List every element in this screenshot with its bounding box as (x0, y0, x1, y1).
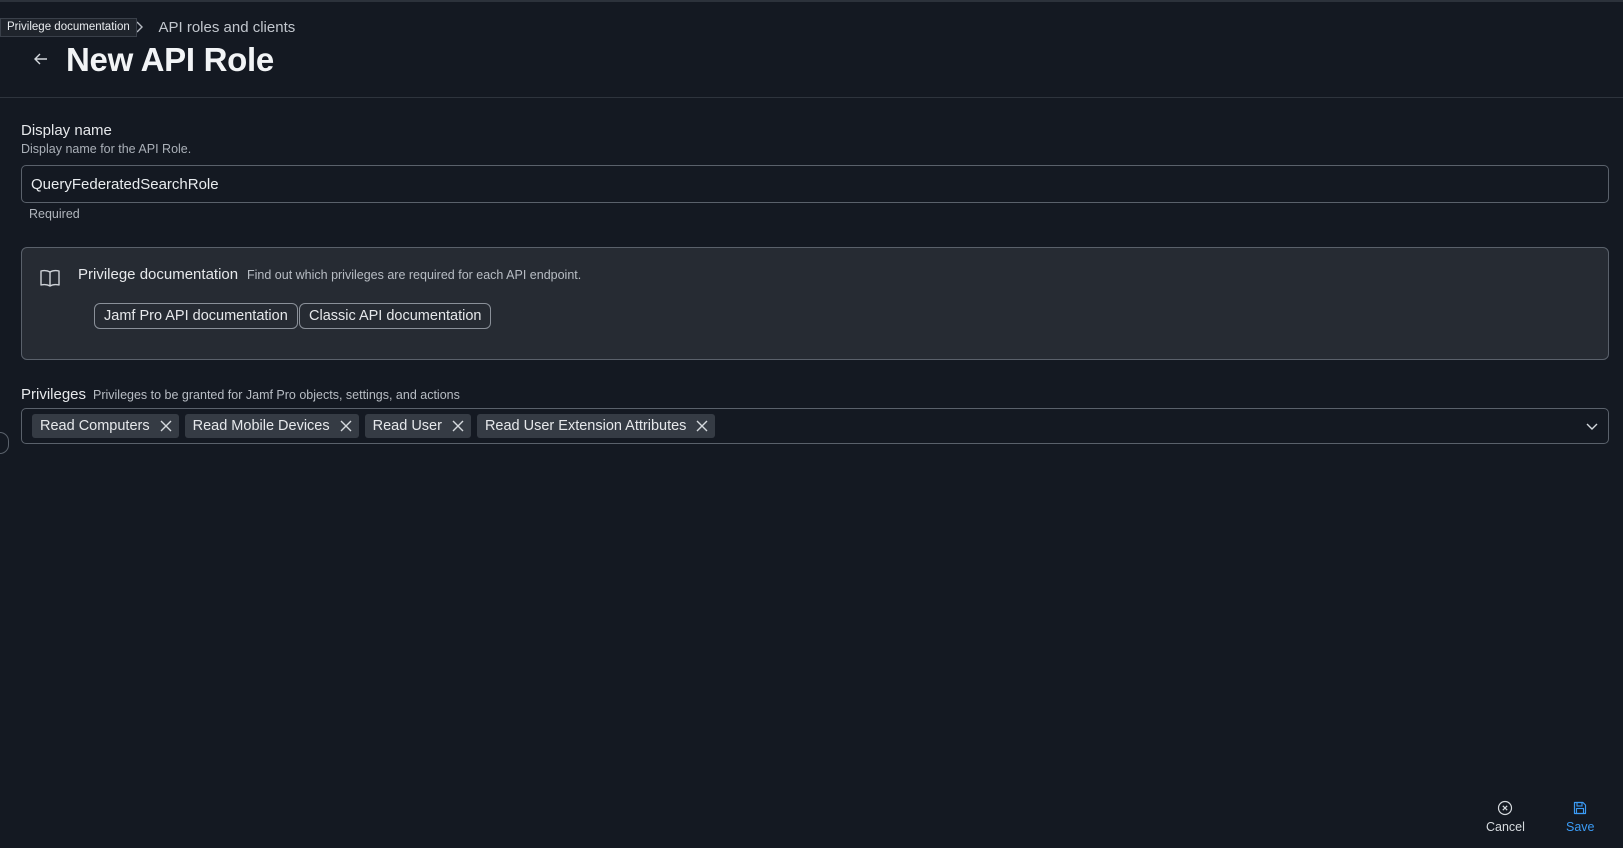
breadcrumb: m API roles and clients (110, 17, 295, 37)
save-button[interactable]: Save (1566, 800, 1595, 834)
close-icon (340, 420, 352, 432)
privilege-documentation-panel: Privilege documentation Find out which p… (21, 247, 1609, 360)
remove-chip-button[interactable] (336, 416, 356, 436)
remove-chip-button[interactable] (448, 416, 468, 436)
chip-label: Read User Extension Attributes (484, 418, 687, 434)
book-open-icon (40, 269, 60, 287)
classic-api-documentation-button[interactable]: Classic API documentation (299, 303, 492, 329)
save-icon (1574, 801, 1587, 815)
cancel-circle-icon (1498, 800, 1513, 816)
jamf-pro-api-documentation-button[interactable]: Jamf Pro API documentation (94, 303, 298, 329)
privilege-documentation-description: Find out which privileges are required f… (247, 268, 582, 282)
chip-label: Read Computers (40, 418, 150, 434)
top-border (0, 0, 1623, 2)
tooltip: Privilege documentation (0, 18, 137, 37)
privilege-chip-read-user-extension-attributes: Read User Extension Attributes (476, 414, 716, 438)
privileges-label: Privileges (21, 386, 87, 403)
display-name-input[interactable] (21, 165, 1609, 203)
close-icon (160, 420, 172, 432)
privilege-chip-read-mobile-devices: Read Mobile Devices (184, 414, 359, 438)
chip-label: Read Mobile Devices (192, 418, 330, 434)
chip-label: Read User (372, 418, 442, 434)
page-title: New API Role (66, 41, 274, 78)
privileges-help: Privileges to be granted for Jamf Pro ob… (93, 388, 460, 402)
cancel-label: Cancel (1486, 820, 1525, 834)
breadcrumb-item-current[interactable]: API roles and clients (159, 19, 296, 36)
close-icon (696, 420, 708, 432)
header-divider (0, 97, 1623, 98)
display-name-help: Display name for the API Role. (21, 142, 192, 156)
arrow-left-icon (34, 53, 47, 65)
close-icon (452, 420, 464, 432)
display-name-label: Display name (21, 122, 112, 139)
save-label: Save (1566, 820, 1595, 834)
display-name-required: Required (29, 207, 80, 221)
privileges-multiselect[interactable]: Read Computers Read Mobile Devices Read … (21, 408, 1609, 444)
cancel-button[interactable]: Cancel (1486, 800, 1525, 834)
remove-chip-button[interactable] (692, 416, 712, 436)
privilege-chip-read-user: Read User (364, 414, 471, 438)
chevron-down-icon[interactable] (1584, 418, 1600, 434)
back-button[interactable] (28, 46, 54, 72)
sidebar-toggle-handle[interactable] (0, 432, 9, 454)
privilege-documentation-title: Privilege documentation (78, 266, 239, 283)
remove-chip-button[interactable] (156, 416, 176, 436)
privilege-chip-read-computers: Read Computers (32, 414, 179, 438)
